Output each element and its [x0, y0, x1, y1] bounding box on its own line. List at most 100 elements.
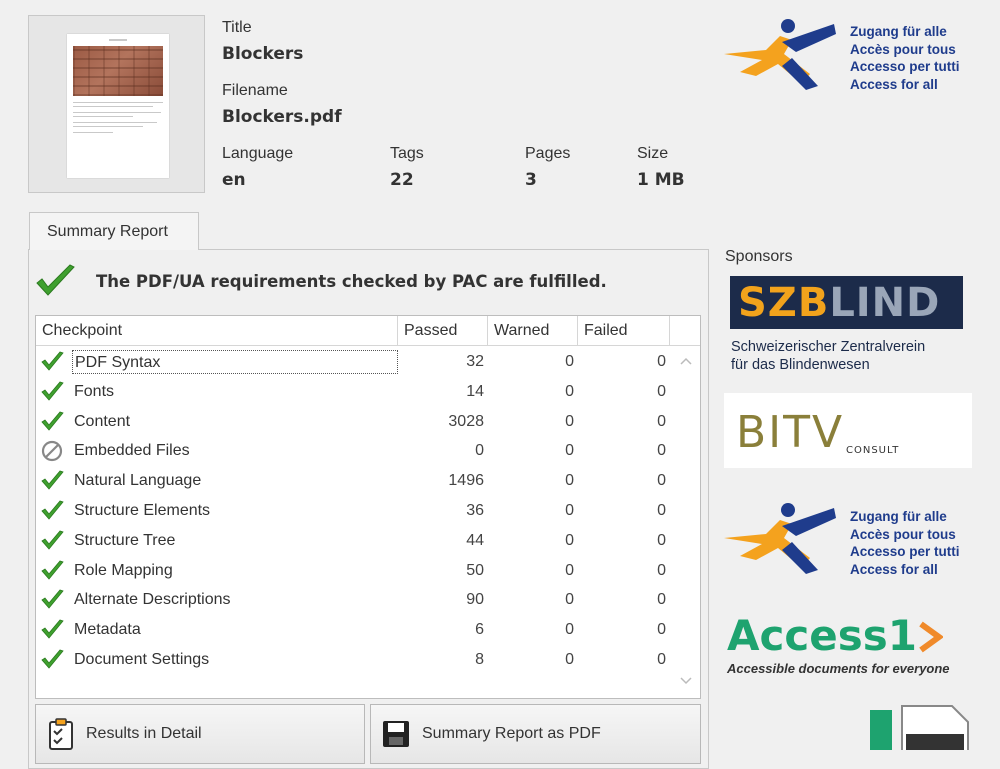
title-value: Blockers	[222, 44, 304, 64]
check-icon	[41, 649, 64, 669]
passed-count: 8	[475, 651, 484, 668]
summary-message: The PDF/UA requirements checked by PAC a…	[96, 272, 607, 291]
tags-label: Tags	[390, 145, 424, 162]
passed-count: 44	[466, 531, 484, 549]
checkpoint-name: PDF Syntax	[72, 350, 398, 374]
thumbnail-page	[67, 34, 169, 178]
language-label: Language	[222, 145, 294, 162]
passed-count: 1496	[448, 472, 484, 490]
sponsors-label: Sponsors	[725, 248, 793, 265]
tab-summary-report[interactable]: Summary Report	[29, 212, 199, 250]
save-disk-icon	[383, 721, 409, 747]
check-icon	[41, 560, 64, 580]
access-for-all-logo-top: Zugang für alle Accès pour tous Accesso …	[722, 14, 992, 94]
table-row[interactable]: Role Mapping 50 0 0	[36, 556, 666, 586]
pages-value: 3	[525, 170, 537, 190]
failed-count: 0	[657, 472, 666, 490]
checkpoint-name: Role Mapping	[74, 561, 173, 579]
failed-count: 0	[657, 651, 666, 668]
table-row[interactable]: Structure Elements 36 0 0	[36, 496, 666, 526]
table-row[interactable]: PDF Syntax 32 0 0	[36, 347, 666, 377]
column-header-warned[interactable]: Warned	[488, 316, 578, 346]
warned-count: 0	[565, 412, 574, 430]
not-applicable-icon	[41, 441, 63, 462]
check-icon	[41, 589, 64, 610]
column-header-checkpoint[interactable]: Checkpoint	[36, 316, 398, 346]
access-for-all-logo[interactable]: Zugang für alle Accès pour tous Accesso …	[722, 498, 992, 578]
check-icon	[41, 470, 64, 490]
warned-count: 0	[565, 561, 574, 579]
column-header-failed[interactable]: Failed	[578, 316, 670, 346]
warned-count: 0	[565, 621, 574, 639]
results-in-detail-label: Results in Detail	[86, 725, 202, 742]
szblind-subtitle: Schweizerischer Zentralverein für das Bl…	[731, 339, 926, 373]
size-label: Size	[637, 145, 669, 162]
warned-count: 0	[565, 651, 574, 668]
warned-count: 0	[565, 502, 574, 519]
failed-count: 0	[657, 502, 666, 519]
passed-count: 90	[466, 591, 484, 609]
language-value: en	[222, 170, 246, 190]
access1-tagline: Accessible documents for everyone	[727, 661, 950, 676]
warned-count: 0	[565, 531, 574, 549]
column-header-passed[interactable]: Passed	[398, 316, 488, 346]
pdf-sponsor-logo-partial[interactable]	[868, 700, 978, 750]
warned-count: 0	[565, 353, 574, 370]
table-row[interactable]: Embedded Files 0 0 0	[36, 436, 666, 466]
bitv-consult-logo[interactable]: BITV CONSULT	[724, 393, 972, 468]
table-row[interactable]: Metadata 6 0 0	[36, 615, 666, 645]
summary-report-pdf-label: Summary Report as PDF	[422, 725, 601, 742]
results-in-detail-button[interactable]: Results in Detail	[35, 704, 365, 764]
check-icon	[41, 530, 64, 550]
filename-value: Blockers.pdf	[222, 107, 342, 127]
passed-count: 36	[466, 502, 484, 519]
failed-count: 0	[657, 621, 666, 639]
warned-count: 0	[565, 472, 574, 490]
failed-count: 0	[657, 412, 666, 430]
failed-count: 0	[657, 561, 666, 579]
checkpoint-table: Checkpoint Passed Warned Failed PDF Synt…	[35, 315, 701, 699]
document-thumbnail	[28, 15, 205, 193]
checkpoint-name: Structure Tree	[74, 531, 176, 549]
summary-check-icon	[36, 264, 75, 296]
check-icon	[41, 381, 64, 401]
access1-logo[interactable]: Access1	[727, 612, 945, 660]
scroll-down-icon[interactable]	[679, 674, 693, 688]
access1-arrow-icon	[919, 621, 945, 653]
checkpoint-name: Document Settings	[74, 651, 210, 668]
passed-count: 0	[475, 442, 484, 460]
table-row[interactable]: Structure Tree 44 0 0	[36, 526, 666, 556]
passed-count: 50	[466, 561, 484, 579]
table-row[interactable]: Fonts 14 0 0	[36, 377, 666, 407]
table-row[interactable]: Document Settings 8 0 0	[36, 645, 666, 675]
passed-count: 14	[466, 382, 484, 400]
warned-count: 0	[565, 382, 574, 400]
failed-count: 0	[657, 382, 666, 400]
table-row[interactable]: Content 3028 0 0	[36, 407, 666, 437]
access-for-all-figure-icon	[724, 503, 836, 574]
summary-report-pdf-button[interactable]: Summary Report as PDF	[370, 704, 701, 764]
table-row[interactable]: Natural Language 1496 0 0	[36, 466, 666, 496]
scroll-up-icon[interactable]	[679, 354, 693, 368]
clipboard-icon	[49, 718, 73, 750]
tags-value: 22	[390, 170, 414, 190]
checkpoint-name: Structure Elements	[74, 502, 211, 519]
table-scrollbar[interactable]	[672, 346, 700, 698]
checkpoint-name: Alternate Descriptions	[74, 591, 231, 609]
column-header-filler	[670, 316, 700, 346]
warned-count: 0	[565, 591, 574, 609]
checkpoint-name: Metadata	[74, 621, 141, 639]
checkpoint-name: Content	[74, 412, 131, 430]
passed-count: 3028	[448, 412, 484, 430]
failed-count: 0	[657, 591, 666, 609]
check-icon	[41, 351, 64, 371]
szblind-logo[interactable]: SZBLIND	[730, 276, 963, 329]
pages-label: Pages	[525, 145, 571, 162]
passed-count: 32	[466, 353, 484, 370]
check-icon	[41, 500, 64, 520]
size-value: 1 MB	[637, 170, 685, 190]
failed-count: 0	[657, 442, 666, 460]
filename-label: Filename	[222, 82, 288, 99]
table-row[interactable]: Alternate Descriptions 90 0 0	[36, 585, 666, 615]
checkpoint-name: Embedded Files	[74, 442, 190, 460]
